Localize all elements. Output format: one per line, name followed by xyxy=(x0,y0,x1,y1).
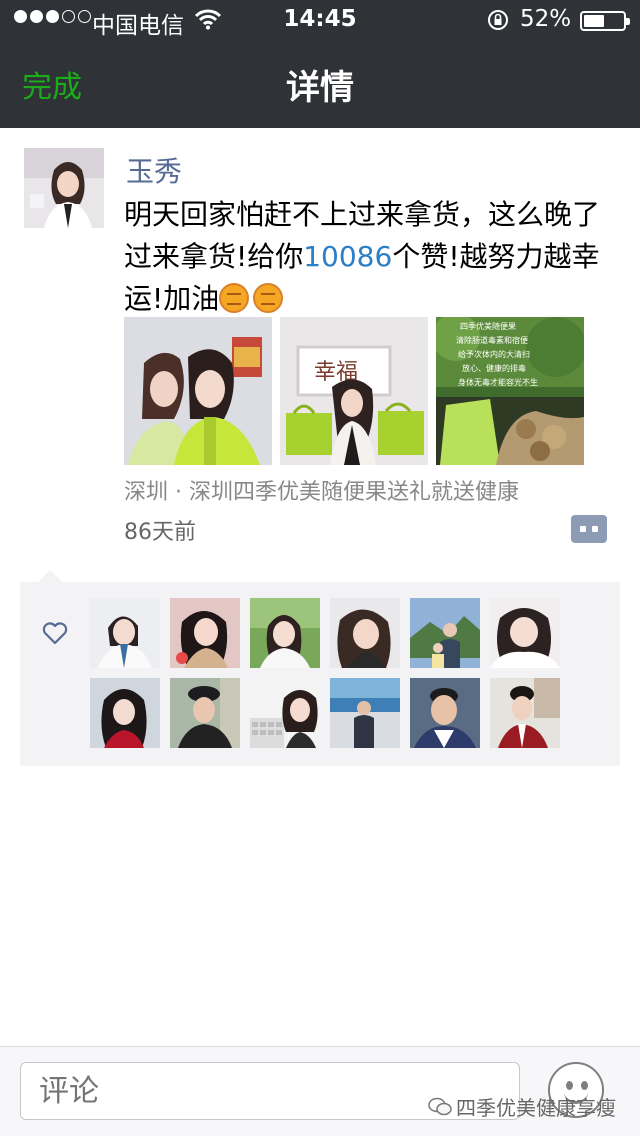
liker-avatar[interactable] xyxy=(90,678,160,748)
liker-avatar[interactable] xyxy=(250,678,320,748)
liker-avatar[interactable] xyxy=(90,598,160,668)
likes-panel-arrow xyxy=(38,570,62,582)
battery-percent: 52% xyxy=(520,6,572,32)
liker-avatar[interactable] xyxy=(490,598,560,668)
heart-icon xyxy=(42,622,68,645)
liker-avatar[interactable] xyxy=(330,598,400,668)
status-bar: 中国电信 14:45 52% xyxy=(0,0,640,40)
top-bar: 中国电信 14:45 52% 完成 详情 xyxy=(0,0,640,128)
liker-avatar[interactable] xyxy=(170,678,240,748)
post-time: 86天前 xyxy=(124,520,196,545)
watermark: 四季优美健康享瘦 xyxy=(428,1092,616,1121)
liker-avatar[interactable] xyxy=(250,598,320,668)
svg-text:放心、健康的排毒: 放心、健康的排毒 xyxy=(462,363,526,373)
liker-avatar[interactable] xyxy=(170,598,240,668)
fist-emoji-icon xyxy=(253,283,284,313)
wechat-icon xyxy=(428,1097,452,1115)
nav-bar: 完成 详情 xyxy=(0,40,640,128)
post-location[interactable]: 深圳 · 深圳四季优美随便果送礼就送健康 xyxy=(124,474,519,506)
page-title: 详情 xyxy=(286,68,354,108)
post-photo[interactable]: 幸福 xyxy=(280,317,428,465)
svg-text:给予次体内的大清扫: 给予次体内的大清扫 xyxy=(458,349,530,359)
liker-avatar[interactable] xyxy=(410,598,480,668)
liker-avatar[interactable] xyxy=(330,678,400,748)
phone-number-link[interactable]: 10086 xyxy=(303,240,392,273)
comment-menu-button[interactable] xyxy=(571,515,607,543)
rotation-lock-icon xyxy=(488,10,508,30)
liker-avatar[interactable] xyxy=(490,678,560,748)
post-photo[interactable]: 四季优美随便果 清除肠道毒素和宿便 给予次体内的大清扫 放心、健康的排毒 身体无… xyxy=(436,317,584,465)
liker-avatar[interactable] xyxy=(410,678,480,748)
author-avatar[interactable] xyxy=(24,148,104,228)
smiley-icon xyxy=(566,1081,573,1090)
author-name[interactable]: 玉秀 xyxy=(126,150,182,190)
svg-text:身体无毒才能容光不生: 身体无毒才能容光不生 xyxy=(458,377,538,387)
svg-text:四季优美随便果: 四季优美随便果 xyxy=(460,321,516,331)
svg-text:清除肠道毒素和宿便: 清除肠道毒素和宿便 xyxy=(456,335,528,345)
post-text: 明天回家怕赶不上过来拿货，这么晚了过来拿货!给你10086个赞!越努力越幸运!加… xyxy=(124,194,624,320)
battery-icon xyxy=(580,11,630,31)
watermark-text: 四季优美健康享瘦 xyxy=(456,1096,616,1120)
fist-emoji-icon xyxy=(219,283,250,313)
post-photo[interactable] xyxy=(124,317,272,465)
